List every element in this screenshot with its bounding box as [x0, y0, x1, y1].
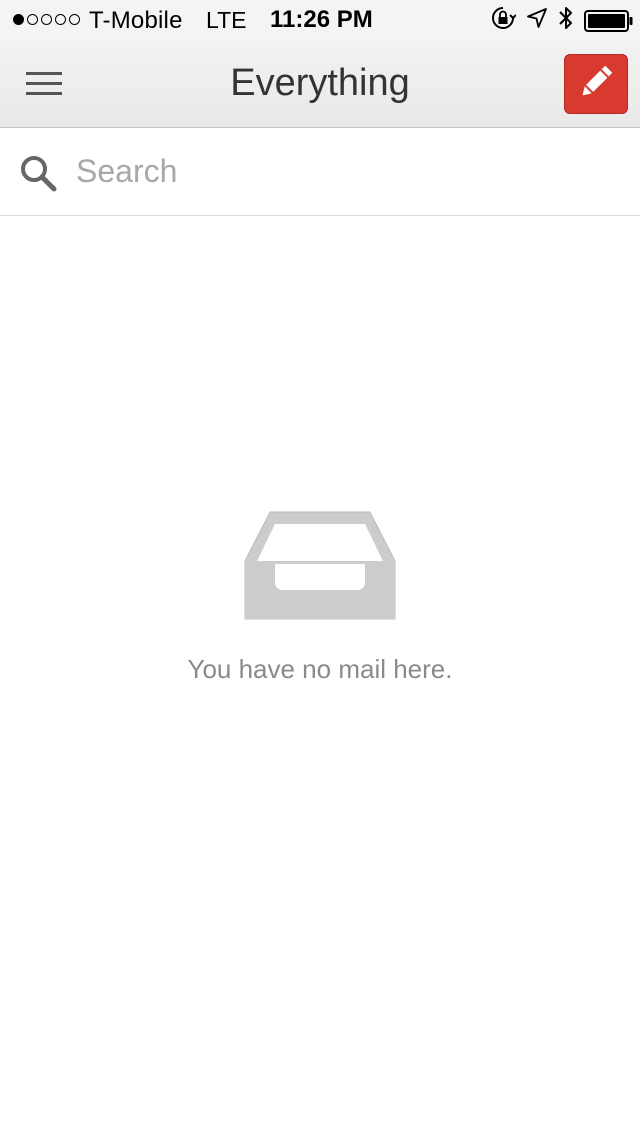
inbox-tray-icon [243, 511, 397, 621]
battery-icon [584, 10, 633, 32]
location-arrow-icon [526, 7, 548, 34]
signal-dot [55, 14, 66, 25]
compose-button[interactable] [564, 54, 628, 114]
status-icons [490, 5, 633, 36]
page-title: Everything [230, 62, 410, 104]
search-icon[interactable] [19, 154, 57, 192]
carrier-name: T-Mobile [89, 7, 183, 34]
signal-dot [27, 14, 38, 25]
empty-state-message: You have no mail here. [187, 654, 453, 684]
pencil-icon [576, 62, 616, 107]
nav-bar: Everything [0, 40, 640, 128]
signal-dot [41, 14, 52, 25]
status-bar: T-Mobile LTE 11:26 PM [0, 0, 640, 40]
network-type: LTE [206, 7, 247, 33]
hamburger-menu-icon[interactable] [26, 72, 62, 96]
cell-signal-indicator [13, 14, 80, 25]
signal-dot [13, 14, 24, 25]
status-time: 11:26 PM [270, 6, 373, 33]
orientation-lock-icon [490, 5, 517, 36]
search-bar [0, 128, 640, 216]
mail-app-screen: T-Mobile LTE 11:26 PM Everything Search … [0, 0, 640, 1136]
signal-dot [69, 14, 80, 25]
search-input[interactable] [76, 148, 616, 194]
bluetooth-icon [558, 5, 574, 36]
